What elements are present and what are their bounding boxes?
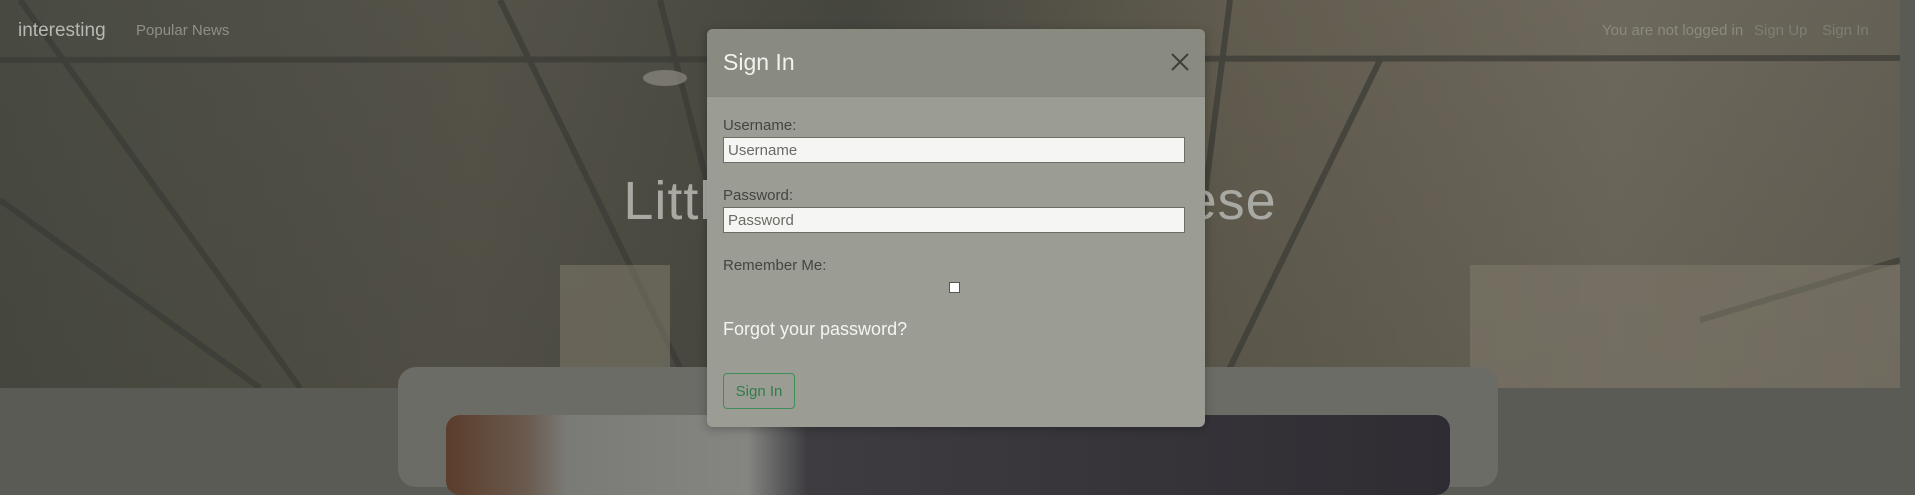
brand-logo[interactable]: interesting [18,20,106,42]
forgot-password-link[interactable]: Forgot your password? [723,319,907,340]
remember-me-label: Remember Me: [723,257,827,274]
sign-in-modal: Sign In Username: Password: Remember Me:… [707,29,1205,427]
nav-sign-up[interactable]: Sign Up [1754,22,1807,39]
password-input[interactable] [723,207,1185,233]
login-status-text: You are not logged in [1602,22,1744,39]
username-input[interactable] [723,137,1185,163]
remember-me-checkbox[interactable] [949,282,960,293]
nav-sign-in[interactable]: Sign In [1822,22,1869,39]
close-icon[interactable] [1167,49,1193,75]
card-image [446,415,1450,495]
username-label: Username: [723,117,797,134]
password-label: Password: [723,187,794,204]
modal-title: Sign In [723,49,795,75]
nav-popular-news[interactable]: Popular News [136,22,229,39]
modal-header: Sign In [707,29,1205,97]
sign-in-button[interactable]: Sign In [723,373,795,409]
